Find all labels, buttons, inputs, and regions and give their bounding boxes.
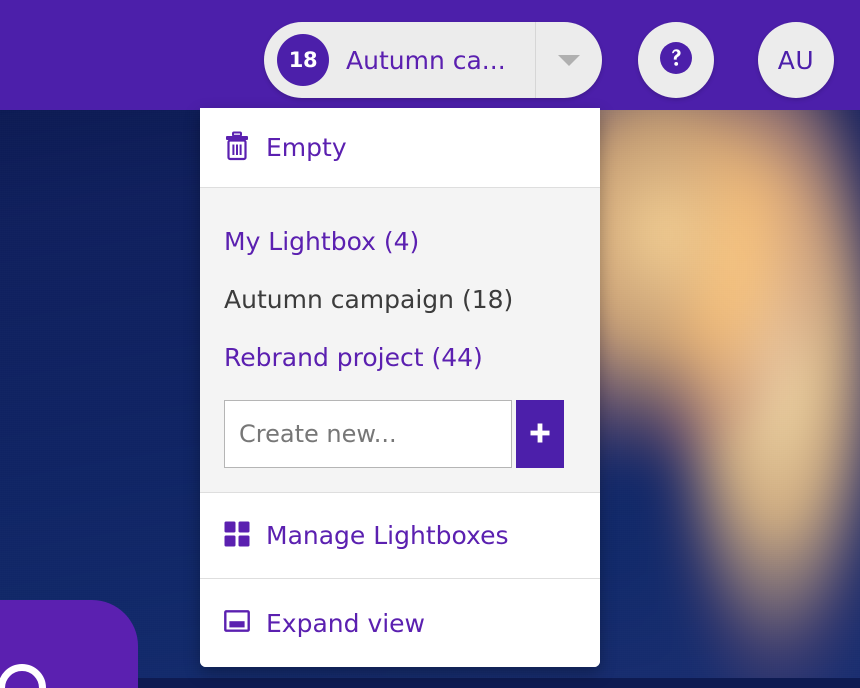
lightbox-list-section: My Lightbox (4) Autumn campaign (18) Reb… — [200, 188, 600, 493]
create-new-lightbox-input[interactable] — [224, 400, 512, 468]
expand-view-button[interactable]: Expand view — [200, 579, 600, 667]
top-header-bar: 18 Autumn ca... AU — [0, 0, 860, 110]
plus-icon — [527, 420, 553, 449]
avatar[interactable]: AU — [758, 22, 834, 98]
lightbox-selector-button[interactable]: 18 Autumn ca... — [264, 22, 602, 98]
lightbox-list-item[interactable]: Rebrand project (44) — [200, 328, 600, 386]
grid-icon — [224, 521, 250, 551]
lightbox-dropdown-menu: Empty My Lightbox (4) Autumn campaign (1… — [200, 108, 600, 667]
create-new-lightbox-row — [200, 386, 600, 474]
lightbox-list-item-label: Autumn campaign (18) — [224, 284, 514, 314]
expand-view-icon — [224, 608, 250, 638]
manage-lightboxes-label: Manage Lightboxes — [266, 521, 509, 550]
trash-icon — [224, 131, 250, 165]
support-chat-icon — [0, 664, 46, 688]
chevron-down-glyph — [558, 54, 580, 66]
empty-lightbox-button[interactable]: Empty — [200, 108, 600, 188]
support-chat-widget[interactable] — [0, 600, 138, 688]
lightbox-list-item[interactable]: My Lightbox (4) — [200, 212, 600, 270]
lightbox-list-item-label: Rebrand project (44) — [224, 342, 483, 372]
create-new-lightbox-submit-button[interactable] — [516, 400, 564, 468]
chevron-down-icon[interactable] — [535, 22, 602, 98]
avatar-initials: AU — [777, 45, 815, 75]
question-mark-circle-icon — [656, 38, 696, 82]
lightbox-selector-name: Autumn ca... — [346, 45, 506, 75]
help-button[interactable] — [638, 22, 714, 98]
empty-lightbox-label: Empty — [266, 133, 347, 162]
lightbox-list-item-label: My Lightbox (4) — [224, 226, 420, 256]
expand-view-label: Expand view — [266, 608, 426, 638]
lightbox-list-item[interactable]: Autumn campaign (18) — [200, 270, 600, 328]
manage-lightboxes-button[interactable]: Manage Lightboxes — [200, 493, 600, 579]
lightbox-count-badge: 18 — [277, 34, 329, 86]
